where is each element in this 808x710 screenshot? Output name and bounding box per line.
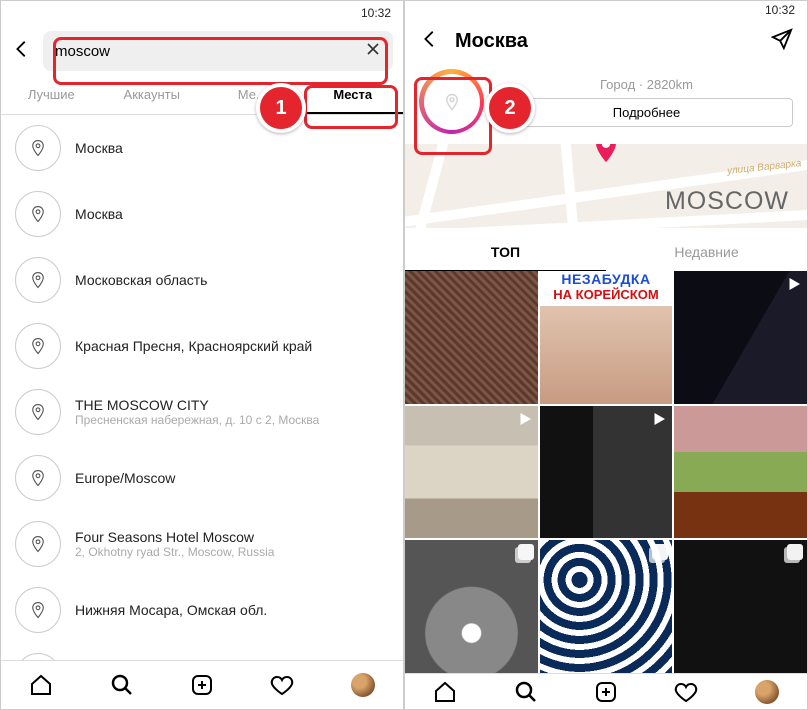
nav-home-icon[interactable] [29, 673, 53, 697]
video-play-icon [516, 410, 534, 433]
location-pin-icon [15, 587, 61, 633]
map-pin-icon [589, 144, 623, 169]
carousel-icon [787, 544, 803, 560]
back-arrow-icon[interactable] [419, 28, 441, 55]
post-thumb[interactable] [674, 406, 807, 539]
result-title: Нижняя Мосара, Омская обл. [75, 602, 267, 618]
location-pin-icon [15, 323, 61, 369]
location-pin-icon [15, 389, 61, 435]
nav-home-icon[interactable] [433, 680, 457, 704]
search-result-item[interactable]: Four Seasons Hotel Moscow2, Okhotny ryad… [1, 511, 403, 577]
carousel-icon [652, 544, 668, 560]
more-info-button[interactable]: Подробнее [500, 98, 793, 127]
post-thumb[interactable] [540, 406, 673, 539]
search-result-item[interactable]: Europe/Moscow [1, 445, 403, 511]
nav-profile-avatar[interactable] [351, 673, 375, 697]
search-tabs: Лучшие Аккаунты Ме... Места [1, 77, 403, 115]
clock: 10:32 [765, 3, 795, 17]
result-title: Europe/Moscow [75, 470, 175, 486]
post-thumb[interactable] [405, 271, 538, 404]
search-result-item[interactable]: Москва [1, 181, 403, 247]
search-result-item[interactable]: THE MOSCOW CITYПресненская набережная, д… [1, 379, 403, 445]
search-result-item[interactable]: Красная Пресня, Красноярский край [1, 313, 403, 379]
location-story-ring[interactable] [419, 69, 484, 134]
search-result-item[interactable]: Red Square, MoscowКрасная площадь [1, 643, 403, 660]
nav-search-icon[interactable] [110, 673, 134, 697]
location-pin-icon [15, 521, 61, 567]
post-text-line2: НА КОРЕЙСКОМ [553, 287, 658, 302]
location-title: Москва [455, 30, 528, 53]
nav-search-icon[interactable] [514, 680, 538, 704]
result-subtitle: 2, Okhotny ryad Str., Moscow, Russia [75, 545, 274, 559]
map-city-label: MOSCOW [665, 187, 789, 216]
tab-best[interactable]: Лучшие [1, 77, 102, 114]
post-thumb[interactable] [674, 540, 807, 673]
post-thumb[interactable] [540, 540, 673, 673]
location-pin-icon [15, 257, 61, 303]
clear-icon[interactable] [363, 39, 383, 64]
location-pin-icon [15, 455, 61, 501]
post-thumb[interactable] [674, 271, 807, 404]
bottom-nav [1, 660, 403, 709]
post-thumb[interactable] [405, 406, 538, 539]
video-play-icon [785, 275, 803, 298]
result-title: Москва [75, 206, 123, 222]
tab-accounts[interactable]: Аккаунты [102, 77, 203, 114]
nav-add-icon[interactable] [594, 680, 618, 704]
result-title: THE MOSCOW CITY [75, 397, 319, 413]
status-bar: 10:32 [1, 1, 403, 25]
search-field[interactable] [43, 31, 393, 71]
location-map[interactable]: улица Варварка MOSCOW [405, 144, 807, 228]
video-play-icon [650, 410, 668, 433]
result-title: Москва [75, 140, 123, 156]
tab-places[interactable]: Места [303, 77, 404, 114]
carousel-icon [518, 544, 534, 560]
post-thumb[interactable] [405, 540, 538, 673]
content-tab-recent[interactable]: Недавние [606, 234, 807, 271]
clock: 10:32 [361, 6, 391, 20]
back-arrow-icon[interactable] [11, 38, 33, 65]
result-title: Four Seasons Hotel Moscow [75, 529, 274, 545]
search-result-item[interactable]: Нижняя Мосара, Омская обл. [1, 577, 403, 643]
search-result-item[interactable]: Москва [1, 115, 403, 181]
location-summary: Город · 2820km Подробнее [405, 65, 807, 138]
search-result-item[interactable]: Московская область [1, 247, 403, 313]
location-meta: Город · 2820km [500, 77, 793, 92]
result-title: Московская область [75, 272, 207, 288]
location-header: Москва [405, 18, 807, 65]
posts-grid: НЕЗАБУДКА НА КОРЕЙСКОМ [405, 271, 807, 673]
nav-activity-icon[interactable] [270, 673, 294, 697]
post-text-line1: НЕЗАБУДКА [561, 271, 650, 287]
phone-left-search: 10:32 Лучшие Аккаунты Ме... Места Москва… [0, 0, 404, 710]
location-pin-icon [15, 653, 61, 660]
search-input[interactable] [53, 42, 363, 61]
bottom-nav [405, 673, 807, 709]
phone-right-location: 10:32 Москва Город · 2820km Подробнее ул… [404, 0, 808, 710]
location-pin-icon [15, 191, 61, 237]
nav-add-icon[interactable] [190, 673, 214, 697]
search-bar-row [1, 25, 403, 77]
content-tabs: ТОП Недавние [405, 234, 807, 271]
result-subtitle: Пресненская набережная, д. 10 с 2, Москв… [75, 413, 319, 427]
location-pin-icon [15, 125, 61, 171]
result-title: Красная Пресня, Красноярский край [75, 338, 312, 354]
nav-activity-icon[interactable] [674, 680, 698, 704]
share-icon[interactable] [771, 28, 793, 55]
search-results: Москва Москва Московская область Красная Пр… [1, 115, 403, 660]
nav-profile-avatar[interactable] [755, 680, 779, 704]
tab-tags[interactable]: Ме... [202, 77, 303, 114]
content-tab-top[interactable]: ТОП [405, 234, 606, 271]
post-thumb[interactable]: НЕЗАБУДКА НА КОРЕЙСКОМ [540, 271, 673, 404]
status-bar: 10:32 [405, 1, 807, 18]
